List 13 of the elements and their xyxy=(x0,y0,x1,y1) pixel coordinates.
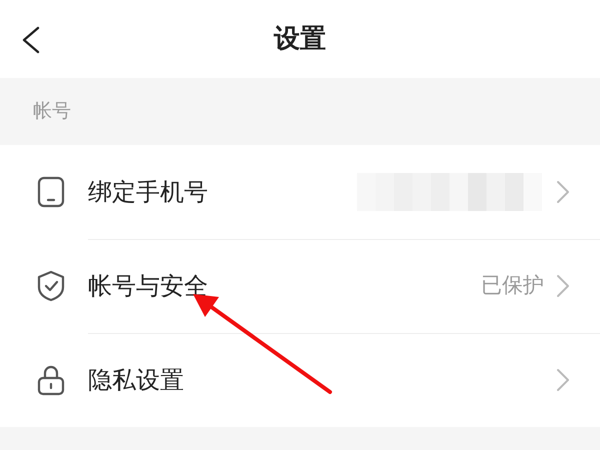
section-label: 帐号 xyxy=(33,99,71,124)
chevron-icon xyxy=(556,368,570,392)
row-label: 绑定手机号 xyxy=(88,177,209,208)
phone-icon xyxy=(36,176,66,208)
settings-row[interactable]: 绑定手机号 xyxy=(0,145,600,239)
shield-check-icon xyxy=(36,270,66,302)
lock-icon xyxy=(36,364,66,396)
row-value: 已保护 xyxy=(481,272,544,300)
chevron-icon xyxy=(556,274,570,298)
row-label: 隐私设置 xyxy=(88,365,185,396)
page-title: 设置 xyxy=(274,22,326,56)
settings-row[interactable]: 隐私设置 xyxy=(0,333,600,427)
chevron-icon xyxy=(556,180,570,204)
